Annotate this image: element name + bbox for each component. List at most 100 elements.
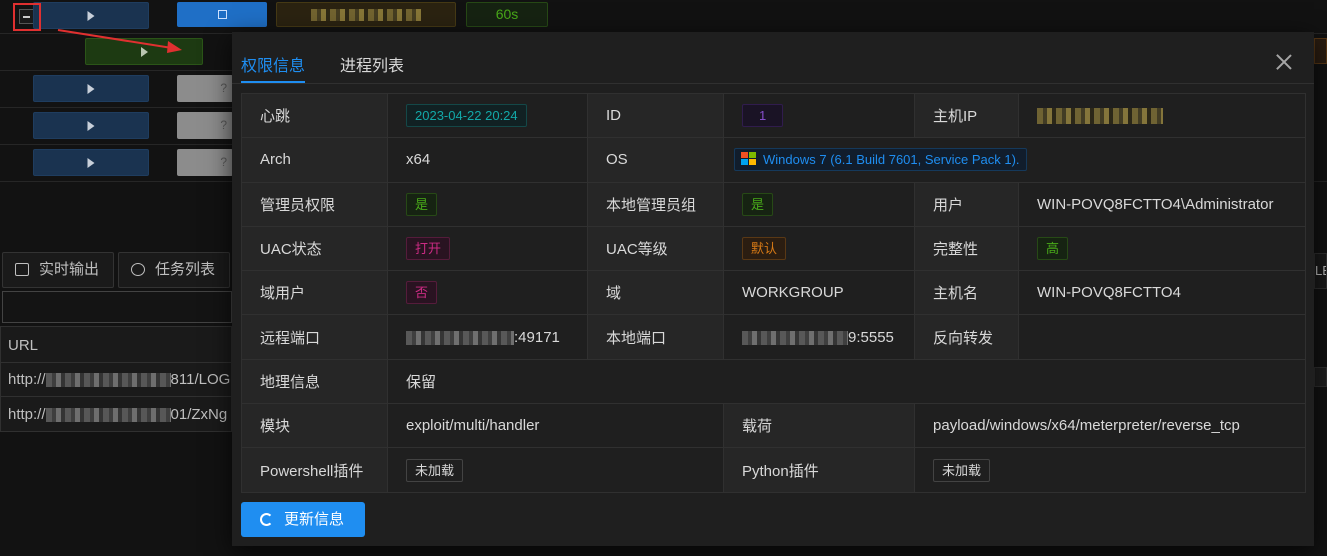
host-ip-value [1018, 92, 1307, 139]
powershell-plugin-value-cell: 未加载 [387, 447, 724, 493]
heartbeat-value-cell: 2023-04-22 20:24 [387, 92, 588, 139]
uac-level-value-cell: 默认 [722, 225, 916, 272]
id-tag: 1 [742, 104, 784, 128]
id-value-cell: 1 [722, 92, 916, 139]
url-prefix: http:// [8, 371, 46, 388]
refresh-info-button[interactable]: 更新信息 [241, 502, 365, 537]
remote-port-value: :49171 [514, 328, 560, 346]
row-divider [0, 70, 240, 71]
url-header: URL [8, 337, 39, 354]
local-admin-group-value-cell: 是 [722, 181, 916, 227]
modal-tabs: 权限信息 进程列表 [232, 32, 1314, 84]
heartbeat-label: 心跳 [241, 92, 388, 139]
uac-level-tag: 默认 [742, 237, 787, 261]
active-tab-indicator [241, 81, 305, 83]
tab-privilege-info[interactable]: 权限信息 [241, 52, 305, 76]
geo-label: 地理信息 [241, 358, 388, 405]
hostname-value: WIN-POVQ8FCTTO4 [1018, 270, 1307, 316]
tab-process-list[interactable]: 进程列表 [340, 52, 404, 76]
play-button[interactable] [33, 75, 149, 102]
geo-value: 保留 [386, 358, 1307, 405]
id-label: ID [587, 92, 724, 139]
python-plugin-label: Python插件 [722, 447, 916, 493]
url-prefix: http:// [8, 406, 46, 423]
task-list-tab[interactable]: 任务列表 [118, 252, 230, 288]
heartbeat-tag: 2023-04-22 20:24 [406, 104, 527, 128]
module-value: exploit/multi/handler [387, 403, 724, 449]
uac-status-label: UAC状态 [241, 225, 388, 272]
host-cell [276, 2, 456, 27]
integrity-value-cell: 高 [1018, 225, 1307, 272]
play-button[interactable] [33, 112, 149, 139]
python-plugin-value-cell: 未加载 [914, 447, 1307, 493]
close-icon[interactable] [1274, 52, 1294, 72]
refresh-button-label: 更新信息 [284, 511, 345, 528]
table-row: Powershell插件 未加载 Python插件 未加载 [241, 447, 1307, 493]
right-partial-label: LE [1315, 263, 1326, 278]
integrity-tag: 高 [1037, 237, 1069, 261]
url-suffix: 01/ZxNg [170, 406, 228, 423]
session-info-modal: 权限信息 进程列表 心跳 2023-04-22 20:24 ID 1 主机IP … [232, 32, 1314, 546]
integrity-label: 完整性 [914, 225, 1020, 272]
url-suffix: 811/LOG [170, 371, 231, 388]
hostname-label: 主机名 [914, 270, 1020, 316]
arch-label: Arch [241, 137, 388, 183]
domain-user-tag: 否 [406, 281, 438, 305]
table-row: Arch x64 OS Windows 7 (6.1 Build 7601, S… [241, 137, 1307, 183]
local-admin-group-tag: 是 [742, 192, 774, 216]
remote-port-value-cell: :49171 [387, 314, 588, 360]
table-row: UAC状态 打开 UAC等级 默认 完整性 高 [241, 225, 1307, 272]
host-ip-redacted [1037, 108, 1164, 125]
uac-level-label: UAC等级 [587, 225, 724, 272]
annotation-arrow [57, 29, 182, 53]
arch-value: x64 [387, 137, 588, 183]
table-row: 远程端口 :49171 本地端口 9:5555 反向转发 [241, 314, 1307, 360]
local-port-value: 9:5555 [848, 328, 894, 346]
unknown-os-button[interactable]: ? [177, 149, 233, 176]
domain-label: 域 [587, 270, 724, 316]
url-table: URL http:// 811/LOG http:// 01/ZxNg [0, 326, 233, 432]
timer-badge: 60s [466, 2, 548, 27]
remote-port-label: 远程端口 [241, 314, 388, 360]
os-label: OS [587, 137, 724, 183]
domain-user-value-cell: 否 [387, 270, 588, 316]
url-row[interactable]: http:// 01/ZxNg [8, 406, 227, 423]
table-row: 域用户 否 域 WORKGROUP 主机名 WIN-POVQ8FCTTO4 [241, 270, 1307, 316]
local-admin-group-label: 本地管理员组 [587, 181, 724, 227]
payload-value: payload/windows/x64/meterpreter/reverse_… [914, 403, 1307, 449]
right-edge-cell [1314, 38, 1327, 64]
unknown-os-button[interactable]: ? [177, 75, 233, 102]
powershell-plugin-label: Powershell插件 [241, 447, 388, 493]
terminal-icon [15, 263, 29, 276]
payload-label: 载荷 [722, 403, 916, 449]
reverse-forward-label: 反向转发 [914, 314, 1020, 360]
uac-status-value-cell: 打开 [387, 225, 588, 272]
python-plugin-tag[interactable]: 未加载 [933, 458, 991, 482]
remote-ip-redacted [406, 330, 514, 345]
table-row: 管理员权限 是 本地管理员组 是 用户 WIN-POVQ8FCTTO4\Admi… [241, 181, 1307, 227]
uac-status-tag: 打开 [406, 237, 451, 261]
os-tag: Windows 7 (6.1 Build 7601, Service Pack … [734, 148, 1027, 172]
row-divider [0, 144, 240, 145]
local-port-label: 本地端口 [587, 314, 724, 360]
host-ip-label: 主机IP [914, 92, 1020, 139]
table-row: 模块 exploit/multi/handler 载荷 payload/wind… [241, 403, 1307, 449]
refresh-icon [260, 513, 273, 526]
realtime-output-tab[interactable]: 实时输出 [2, 252, 114, 288]
play-button[interactable] [33, 149, 149, 176]
url-row[interactable]: http:// 811/LOG [8, 371, 230, 388]
table-row: 地理信息 保留 [241, 358, 1307, 405]
domain-value: WORKGROUP [722, 270, 916, 316]
filter-input[interactable] [2, 291, 232, 323]
unknown-os-button[interactable]: ? [177, 112, 233, 139]
reverse-forward-value [1018, 314, 1307, 360]
admin-tag: 是 [406, 192, 438, 216]
right-edge-row [1314, 367, 1327, 387]
domain-user-label: 域用户 [241, 270, 388, 316]
local-port-value-cell: 9:5555 [722, 314, 916, 360]
user-value: WIN-POVQ8FCTTO4\Administrator [1018, 181, 1307, 227]
powershell-plugin-tag[interactable]: 未加载 [406, 458, 464, 482]
privilege-info-table: 心跳 2023-04-22 20:24 ID 1 主机IP Arch x64 O… [241, 92, 1307, 493]
user-label: 用户 [914, 181, 1020, 227]
os-text: Windows 7 (6.1 Build 7601, Service Pack … [763, 152, 1020, 168]
